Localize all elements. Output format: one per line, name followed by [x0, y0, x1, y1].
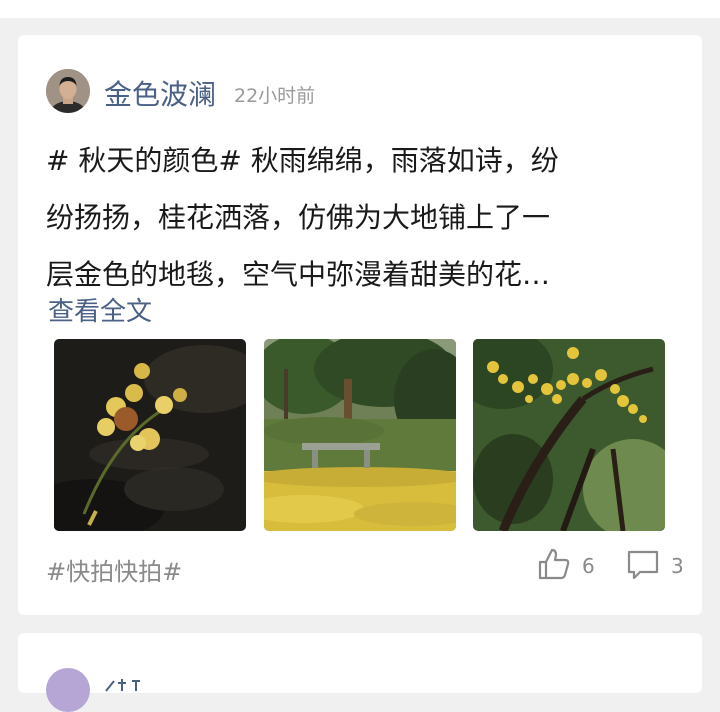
comment-icon — [625, 546, 661, 586]
comment-button[interactable]: 3 — [625, 548, 684, 584]
like-count: 6 — [582, 554, 595, 578]
avatar[interactable] — [46, 668, 90, 712]
read-more-link[interactable]: 查看全文 — [48, 291, 152, 328]
post-image-park-bench[interactable] — [264, 339, 456, 531]
content-line: 纷扬扬，桂花洒落，仿佛为大地铺上了一 — [46, 201, 551, 234]
post-card[interactable]: 金色波澜 22小时前 # 秋天的颜色# 秋雨绵绵，雨落如诗，纷 纷扬扬，桂花洒落… — [18, 35, 702, 615]
avatar[interactable] — [46, 69, 90, 113]
previous-card-bottom — [0, 0, 720, 18]
thumbs-up-icon — [536, 546, 572, 586]
comment-count: 3 — [671, 554, 684, 578]
topic-tag[interactable]: #快拍快拍# — [46, 552, 182, 587]
content-line: # 秋天的颜色# 秋雨绵绵，雨落如诗，纷 — [46, 144, 559, 177]
post-time: 22小时前 — [234, 85, 316, 107]
next-post-card[interactable] — [18, 633, 702, 712]
author-name-partial[interactable] — [104, 677, 144, 693]
like-button[interactable]: 6 — [536, 548, 595, 584]
post-image-osmanthus-branch[interactable] — [473, 339, 665, 531]
post-image-osmanthus-closeup[interactable] — [54, 339, 246, 531]
author-name[interactable]: 金色波澜 — [104, 73, 216, 113]
post-content[interactable]: # 秋天的颜色# 秋雨绵绵，雨落如诗，纷 纷扬扬，桂花洒落，仿佛为大地铺上了一 … — [46, 132, 676, 303]
